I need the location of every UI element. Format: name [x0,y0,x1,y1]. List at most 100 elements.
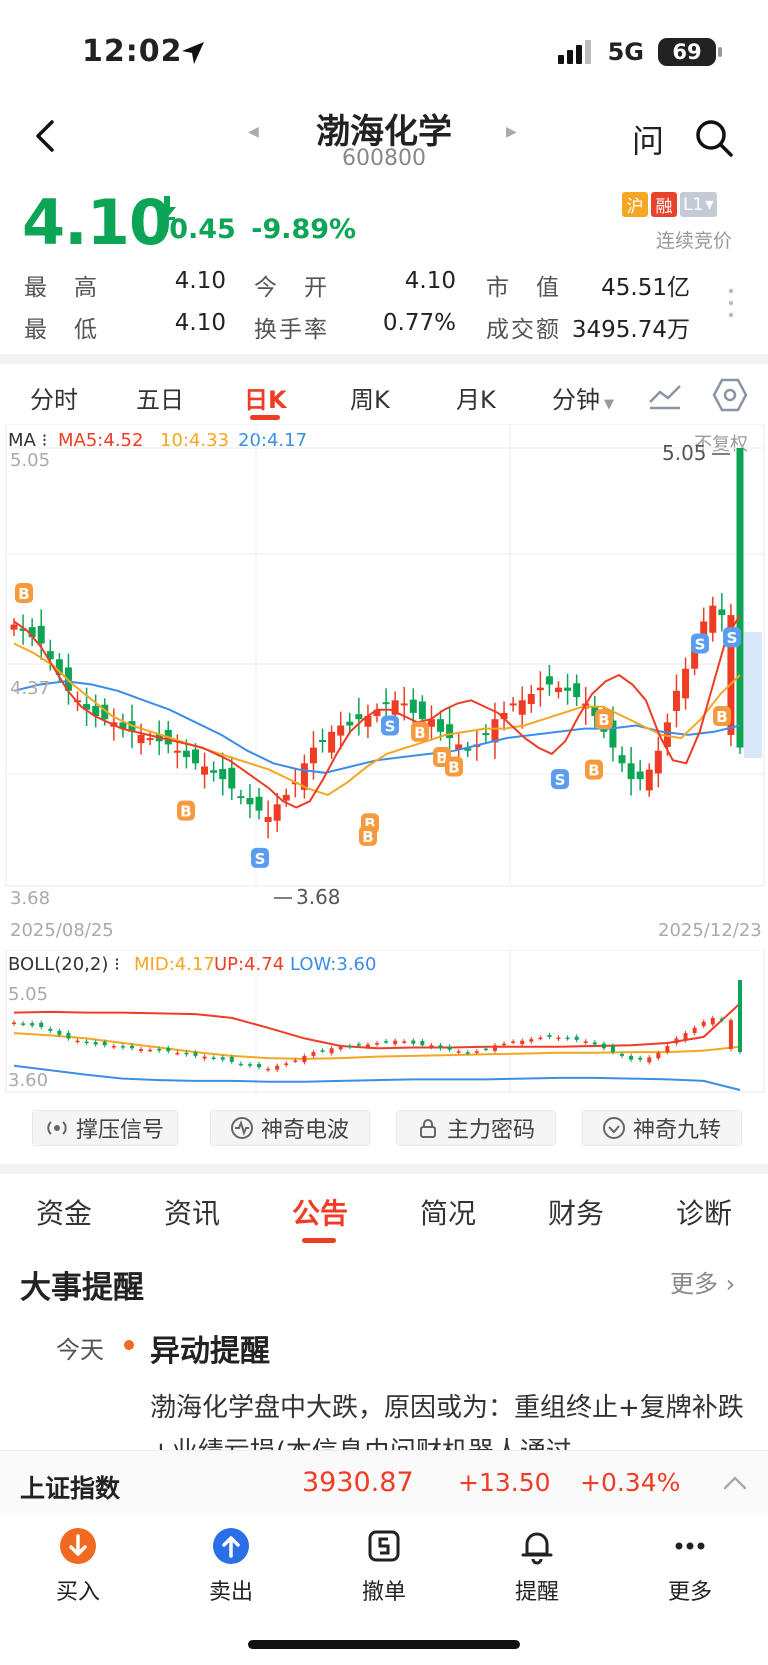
tab-minute[interactable]: 分钟 ▼ [552,380,614,415]
boll-candle-body [111,1046,116,1048]
candle-body [219,769,227,780]
x-label-start: 2025/08/25 [10,920,114,941]
candle-body [37,625,45,644]
boll-candle-body [674,1038,679,1044]
trade-mark-letter: S [255,850,266,868]
stat-turnover-label: 换手率 [254,317,329,343]
sell-button[interactable]: 卖出 [181,1526,281,1606]
boll-candle-body [39,1022,44,1028]
trade-mark-letter: B [362,828,373,846]
signal-label: 撑压信号 [75,1118,164,1143]
boll-label[interactable]: BOLL(20,2) ⁝ [8,954,120,975]
bottom-action-bar: 买入 卖出 撤单 提醒 更多 [0,1518,768,1628]
index-name: 上证指数 [20,1474,121,1503]
tab-daily-k[interactable]: 日K [244,380,287,415]
boll-candle-body [665,1046,670,1052]
candle-body [337,725,345,736]
tab-news[interactable]: 资讯 [164,1192,220,1232]
candle-body [228,767,236,789]
event-body[interactable]: 渤海化学盘中大跌，原因或为：重组终止+复牌补跌+业绩亏损(本信息由问财机器人通过 [150,1386,750,1450]
index-ticker-bar[interactable]: 上证指数 3930.87 +13.50 +0.34% [0,1450,768,1516]
cancel-order-button[interactable]: 撤单 [334,1526,434,1606]
candle-body [437,719,445,732]
cancel-order-icon [368,1530,400,1562]
more-vertical-icon[interactable] [728,288,734,318]
search-icon[interactable] [694,118,734,158]
candle-body [264,816,272,822]
change-percent: -9.89% [251,214,357,245]
level1-badge[interactable]: L1 ▼ [680,192,717,217]
stat-turnover-value: 0.77% [382,310,456,336]
boll-candle-body [66,1032,71,1039]
stat-amount-value: 3495.74万 [571,317,690,343]
index-change: +13.50 [458,1468,551,1497]
boll-candle-body [447,1046,452,1050]
boll-candle-body [601,1043,606,1049]
boll-candle-body [683,1033,688,1041]
main-force-code-button[interactable]: 主力密码 [396,1110,556,1146]
next-stock-arrow-icon[interactable]: ▶ [506,124,517,140]
tab-monthly-k[interactable]: 月K [456,380,496,415]
events-more-link[interactable]: 更多 › [670,1264,735,1299]
candle-body [346,721,354,726]
status-time: 12:02 [82,34,183,69]
more-button[interactable]: 更多 [640,1526,740,1606]
margin-badge: 融 [651,192,677,217]
trade-mark-letter: B [588,762,599,780]
magic-wave-button[interactable]: 神奇电波 [210,1110,370,1146]
tab-intraday[interactable]: 分时 [30,380,78,415]
level1-label: L1 [683,194,704,215]
status-bar: 12:02 5G 69 [0,0,768,100]
chevron-up-icon[interactable] [722,1475,748,1491]
y-tick-low: 3.68 [10,888,50,909]
section-divider [0,1164,768,1174]
candle-body [309,747,317,764]
support-resistance-signal-button[interactable]: 撑压信号 [32,1110,178,1146]
candle-body [636,771,644,780]
tab-weekly-k[interactable]: 周K [350,380,390,415]
info-tabs: 资金 资讯 公告 简况 财务 诊断 [0,1178,768,1248]
kline-chart[interactable]: BBSS BBBBBSBBSBS 5.05 4.37 3.68 5.05 3.68… [0,424,768,946]
boll-candle-body [592,1042,597,1045]
boll-chart[interactable]: BOLL(20,2) ⁝ MID:4.17 UP:4.74 LOW:3.60 5… [0,950,768,1094]
candle-body [509,703,517,706]
candle-body [482,733,490,736]
boll-candle-body [175,1052,180,1055]
tab-profile[interactable]: 简况 [420,1192,476,1232]
boll-candle-body [57,1030,62,1035]
boll-candle-body [429,1045,434,1048]
boll-candle-body [320,1050,325,1052]
tab-finance[interactable]: 财务 [548,1192,604,1232]
alert-button[interactable]: 提醒 [487,1526,587,1606]
boll-candle-body [411,1040,416,1044]
tab-five-day[interactable]: 五日 [136,380,184,415]
indicator-settings-icon[interactable] [648,380,682,410]
candle-body [210,770,218,773]
trade-mark-letter: S [695,636,706,654]
tab-diagnosis[interactable]: 诊断 [676,1192,732,1232]
boll-candle-body [338,1046,343,1050]
kline-candles [10,448,744,839]
boll-candle-body [247,1064,252,1066]
ask-button[interactable]: 问 [632,116,664,162]
chart-settings-hexagon-icon[interactable] [712,378,748,412]
boll-candle-body [84,1041,89,1044]
buy-button[interactable]: 买入 [28,1526,128,1606]
boll-candle-body [238,1063,243,1066]
boll-candle-body [384,1041,389,1043]
candle-body [555,687,562,693]
sell-arrow-up-icon [213,1528,249,1564]
stat-open-value: 4.10 [404,268,456,294]
y-tick-mid: 4.37 [10,678,50,699]
magic-nine-button[interactable]: 神奇九转 [582,1110,742,1146]
candle-body [446,724,454,739]
tab-funds[interactable]: 资金 [36,1192,92,1232]
tab-announcements[interactable]: 公告 [292,1192,348,1232]
event-title[interactable]: 异动提醒 [150,1326,270,1370]
events-more-label: 更多 [670,1270,718,1298]
boll-candle-body [520,1040,525,1045]
candle-body [564,687,572,691]
bell-icon [521,1532,553,1565]
home-indicator [248,1640,520,1649]
boll-candle-body [502,1043,507,1046]
